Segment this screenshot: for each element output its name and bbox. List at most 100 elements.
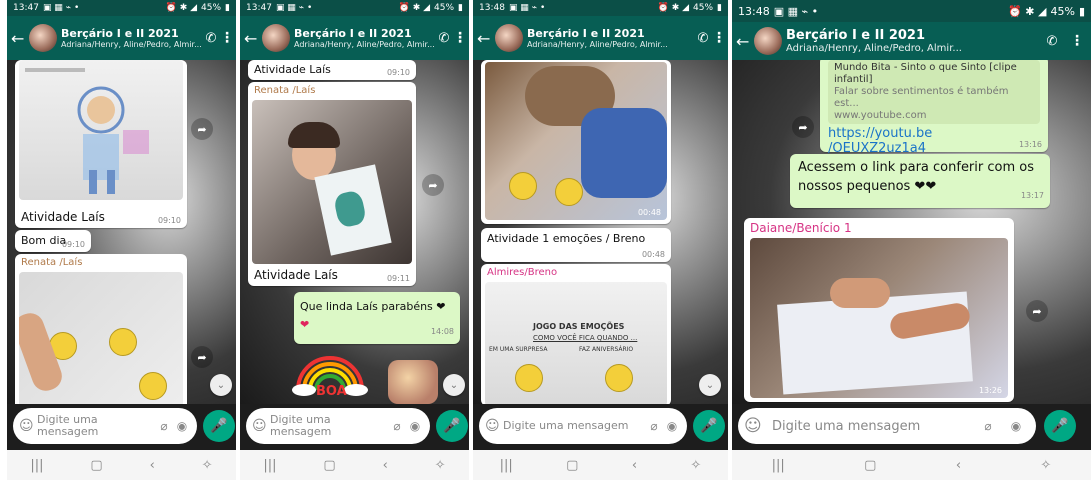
signal-icons: ⏰ ✱ ◢ — [1008, 4, 1047, 18]
image-message[interactable]: Renata /Laís Atividade Laís 09:11 — [248, 82, 416, 286]
group-avatar[interactable] — [262, 24, 290, 52]
chat-background: Mundo Bita - Sinto o que Sinto [clipe in… — [732, 60, 1091, 404]
rainbow-sticker[interactable]: BOA — [290, 350, 370, 400]
text-message[interactable]: Atividade Laís 09:10 — [248, 60, 416, 80]
attach-icon[interactable]: ⌀ — [388, 419, 406, 433]
scroll-down-icon[interactable]: ⌄ — [443, 374, 465, 396]
image-message[interactable]: Renata /Laís — [15, 254, 187, 404]
battery-icon: ▮ — [225, 3, 230, 13]
accessibility-icon[interactable]: ✧ — [1040, 458, 1051, 473]
child-worksheet-image[interactable]: 13:26 — [750, 238, 1008, 398]
phone-screen-4: 13:48 ▣ ▦ ⌁ • ⏰ ✱ ◢ 45% ▮ ← Berçário I e II… — [732, 0, 1091, 480]
accessibility-icon[interactable]: ✧ — [202, 458, 213, 473]
outgoing-message[interactable]: Acessem o link para conferir com os noss… — [790, 154, 1050, 208]
link-message[interactable]: Mundo Bita - Sinto o que Sinto [clipe in… — [820, 60, 1048, 156]
back-nav-icon[interactable]: ‹ — [632, 458, 637, 473]
home-icon[interactable]: ▢ — [864, 458, 876, 473]
accessibility-icon[interactable]: ✧ — [690, 458, 701, 473]
family-sticker[interactable] — [388, 360, 438, 404]
recents-icon[interactable]: ||| — [263, 458, 276, 473]
back-nav-icon[interactable]: ‹ — [150, 458, 155, 473]
image-message[interactable]: Daiane/Benício 1 13:26 — [744, 218, 1014, 402]
activity-drawing-image[interactable] — [19, 60, 183, 200]
back-arrow-icon[interactable]: ← — [477, 29, 491, 48]
text-message[interactable]: Bom dia 09:10 — [15, 230, 91, 252]
status-time: 13:47 — [13, 3, 39, 13]
message-time: 00:48 — [637, 208, 661, 217]
mic-button[interactable]: 🎤 — [1044, 410, 1076, 442]
home-icon[interactable]: ▢ — [323, 458, 335, 473]
forward-icon[interactable]: ➦ — [191, 118, 213, 140]
more-options-icon[interactable]: ⋮ — [1067, 33, 1087, 49]
emoji-icon[interactable]: ☺ — [744, 416, 772, 436]
phone-screen-3: 13:48 ▣ ▦ ⌁ • ⏰ ✱ ◢ 45% ▮ ← Berçário I e II… — [473, 0, 728, 480]
scroll-down-icon[interactable]: ⌄ — [210, 374, 232, 396]
back-nav-icon[interactable]: ‹ — [956, 458, 961, 473]
compose-bar: ☺ Digite uma mensagem ⌀ ◉ 🎤 — [7, 404, 236, 450]
accessibility-icon[interactable]: ✧ — [435, 458, 446, 473]
recents-icon[interactable]: ||| — [772, 458, 785, 473]
chat-title-area[interactable]: Berçário I e II 2021 Adriana/Henry, Alin… — [786, 28, 1037, 54]
camera-icon[interactable]: ◉ — [1002, 419, 1030, 433]
forward-icon[interactable]: ➦ — [792, 116, 814, 138]
image-message[interactable]: Almires/Breno JOGO DAS EMOÇÕES COMO VOCÊ… — [481, 264, 671, 404]
status-bar: 13:47 ▣ ▦ ⌁ • ⏰ ✱ ◢ 45% ▮ — [7, 0, 236, 16]
add-call-icon[interactable]: ✆ — [694, 31, 712, 46]
emoji-icon[interactable]: ☺ — [19, 418, 37, 434]
message-input[interactable]: ☺ Digite uma mensagem ⌀ ◉ — [479, 408, 687, 444]
recents-icon[interactable]: ||| — [500, 458, 513, 473]
group-avatar[interactable] — [495, 24, 523, 52]
back-arrow-icon[interactable]: ← — [244, 29, 258, 48]
camera-icon[interactable]: ◉ — [173, 419, 191, 433]
more-options-icon[interactable]: ⋮ — [453, 30, 467, 46]
message-input[interactable]: ☺ Digite uma mensagem ⌀ ◉ — [738, 408, 1036, 444]
mic-button[interactable]: 🎤 — [203, 410, 235, 442]
emoji-icon[interactable]: ☺ — [252, 418, 270, 434]
mic-button[interactable]: 🎤 — [436, 410, 468, 442]
forward-icon[interactable]: ➦ — [1026, 300, 1048, 322]
scroll-down-icon[interactable]: ⌄ — [699, 374, 721, 396]
emotions-worksheet-image[interactable]: JOGO DAS EMOÇÕES COMO VOCÊ FICA QUANDO .… — [485, 282, 667, 404]
chat-title-area[interactable]: Berçário I e II 2021 Adriana/Henry, Alin… — [61, 27, 202, 49]
group-avatar[interactable] — [29, 24, 57, 52]
activity-sheet-image[interactable] — [19, 272, 183, 404]
message-input[interactable]: ☺ Digite uma mensagem ⌀ ◉ — [246, 408, 430, 444]
mic-button[interactable]: 🎤 — [693, 410, 725, 442]
message-time: 09:11 — [386, 274, 410, 283]
add-call-icon[interactable]: ✆ — [202, 31, 220, 46]
message-time: 13:26 — [978, 386, 1002, 395]
image-message[interactable]: 00:48 — [481, 60, 671, 224]
add-call-icon[interactable]: ✆ — [1037, 34, 1067, 49]
back-nav-icon[interactable]: ‹ — [383, 458, 388, 473]
forward-icon[interactable]: ➦ — [422, 174, 444, 196]
link-preview[interactable]: Mundo Bita - Sinto o que Sinto [clipe in… — [828, 60, 1040, 124]
battery-icon: ▮ — [1078, 4, 1085, 18]
child-activity-image[interactable]: 00:48 — [485, 62, 667, 220]
back-arrow-icon[interactable]: ← — [11, 29, 25, 48]
emoji-icon[interactable]: ☺ — [485, 418, 503, 434]
back-arrow-icon[interactable]: ← — [736, 32, 750, 51]
link-description: Falar sobre sentimentos é também est... — [834, 86, 1009, 109]
child-photo-image[interactable] — [252, 100, 412, 264]
home-icon[interactable]: ▢ — [90, 458, 102, 473]
camera-icon[interactable]: ◉ — [406, 419, 424, 433]
more-options-icon[interactable]: ⋮ — [712, 30, 726, 46]
attach-icon[interactable]: ⌀ — [974, 419, 1002, 433]
image-message[interactable]: Atividade Laís 09:10 — [15, 60, 187, 228]
text-message[interactable]: Atividade 1 emoções / Breno 00:48 — [481, 228, 671, 262]
outgoing-message[interactable]: Que linda Laís parabéns ❤ ❤ 14:08 — [294, 292, 460, 344]
forward-icon[interactable]: ➦ — [191, 346, 213, 368]
message-input[interactable]: ☺ Digite uma mensagem ⌀ ◉ — [13, 408, 197, 444]
more-options-icon[interactable]: ⋮ — [220, 30, 234, 46]
chat-title-area[interactable]: Berçário I e II 2021 Adriana/Henry, Alin… — [527, 27, 694, 49]
attach-icon[interactable]: ⌀ — [645, 419, 663, 433]
link-url[interactable]: https://youtu.be /OEUXZ2uz1a4 — [828, 126, 978, 156]
attach-icon[interactable]: ⌀ — [155, 419, 173, 433]
recents-icon[interactable]: ||| — [30, 458, 43, 473]
group-avatar[interactable] — [754, 27, 782, 55]
add-call-icon[interactable]: ✆ — [435, 31, 453, 46]
chat-title-area[interactable]: Berçário I e II 2021 Adriana/Henry, Alin… — [294, 27, 435, 49]
home-icon[interactable]: ▢ — [566, 458, 578, 473]
chat-header: ← Berçário I e II 2021 Adriana/Henry, Al… — [240, 16, 469, 60]
camera-icon[interactable]: ◉ — [663, 419, 681, 433]
